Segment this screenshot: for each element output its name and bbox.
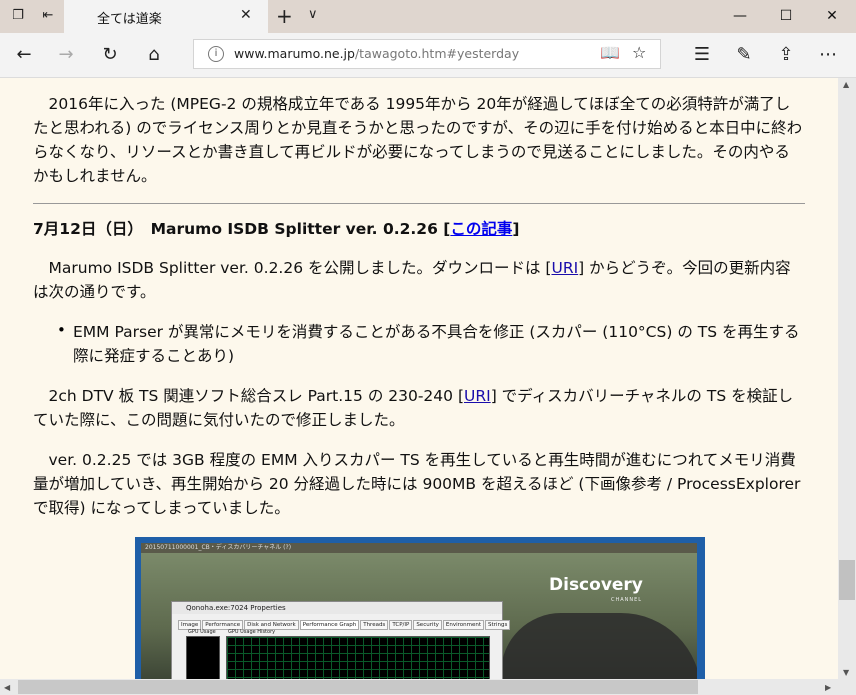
more-icon[interactable]: ⋯ (816, 43, 840, 67)
pe-tab: Performance Graph (299, 620, 360, 630)
gpu-usage-label: GPU Usage (188, 629, 216, 635)
bug-paragraph: 2ch DTV 板 TS 関連ソフト総合スレ Part.15 の 230-240… (33, 384, 805, 432)
tab-manager-icon[interactable]: ❐ (10, 8, 26, 24)
back-icon[interactable]: ← (12, 43, 36, 67)
discovery-logo-sub: CHANNEL (611, 597, 643, 603)
bullet-dot: • (57, 321, 66, 339)
close-tab-icon[interactable]: ✕ (240, 7, 252, 23)
navigation-bar: ← → ↻ ⌂ i www.marumo.ne.jp/tawagoto.htm#… (0, 33, 856, 78)
close-window-button[interactable]: ✕ (809, 0, 855, 33)
vertical-scroll-thumb[interactable] (839, 560, 855, 600)
memory-paragraph: ver. 0.2.25 では 3GB 程度の EMM 入りスカパー TS を再生… (33, 451, 801, 517)
reading-view-icon[interactable]: 📖 (600, 43, 620, 62)
info-icon[interactable]: i (208, 46, 224, 62)
gpu-usage-graph (226, 636, 490, 679)
article-link[interactable]: この記事 (450, 220, 512, 238)
home-icon[interactable]: ⌂ (142, 43, 166, 67)
bug-text-a: 2ch DTV 板 TS 関連ソフト総合スレ Part.15 の 230-240… (33, 387, 465, 405)
forward-icon[interactable]: → (54, 43, 78, 67)
gpu-history-label: GPU Usage History (228, 629, 276, 635)
release-paragraph: Marumo ISDB Splitter ver. 0.2.26 を公開しました… (33, 256, 805, 304)
scroll-left-icon[interactable]: ◀ (4, 683, 10, 692)
pe-tab: Threads (360, 620, 389, 630)
address-bar[interactable]: i www.marumo.ne.jp/tawagoto.htm#yesterda… (193, 39, 661, 69)
gpu-usage-meter (186, 636, 220, 679)
new-tab-icon[interactable]: + (276, 4, 293, 28)
scroll-right-icon[interactable]: ▶ (825, 683, 831, 692)
pe-tab: Security (413, 620, 442, 630)
share-icon[interactable]: ⇪ (774, 43, 798, 67)
url-text[interactable]: www.marumo.ne.jp/tawagoto.htm#yesterday (234, 46, 519, 61)
list-item: EMM Parser が異常にメモリを消費することがある不具合を修正 (スカパー… (73, 323, 800, 365)
thread-uri-link[interactable]: URI (464, 387, 491, 405)
video-scene: Discovery CHANNEL Qonoha.exe:7024 Proper… (141, 553, 697, 679)
divider (33, 203, 805, 204)
screenshot-frame: 20150711000001_CB・ディスカバリーチャネル (?) Discov… (141, 543, 697, 679)
scroll-up-icon[interactable]: ▲ (843, 80, 849, 89)
favorites-hub-icon[interactable]: ☰ (690, 43, 714, 67)
chevron-down-icon[interactable]: ∨ (308, 7, 318, 22)
favorite-star-icon[interactable]: ☆ (632, 43, 646, 62)
intro-paragraph: 2016年に入った (MPEG-2 の規格成立年である 1995年から 20年が… (33, 95, 803, 185)
pe-tab: Strings (485, 620, 511, 630)
page-content: 2016年に入った (MPEG-2 の規格成立年である 1995年から 20年が… (0, 78, 838, 679)
web-note-pen-icon[interactable]: ✎ (732, 43, 756, 67)
scroll-down-icon[interactable]: ▼ (843, 668, 849, 677)
car-image (501, 613, 697, 679)
horizontal-scroll-thumb[interactable] (18, 680, 698, 694)
entry-heading: 7月12日（日） Marumo ISDB Splitter ver. 0.2.2… (33, 217, 519, 239)
url-path: /tawagoto.htm#yesterday (354, 46, 520, 61)
tab-title: 全ては道楽 (97, 12, 162, 27)
maximize-button[interactable]: ☐ (763, 0, 809, 33)
pe-tab: TCP/IP (389, 620, 413, 630)
refresh-icon[interactable]: ↻ (98, 43, 122, 67)
heading-text: 7月12日（日） Marumo ISDB Splitter ver. 0.2.2… (33, 220, 451, 238)
active-tab[interactable]: 全ては道楽 ✕ (64, 0, 268, 33)
pe-tab: Environment (442, 620, 485, 630)
set-tabs-aside-icon[interactable]: ⇤ (40, 8, 56, 24)
discovery-logo: Discovery (549, 575, 643, 595)
minimize-button[interactable]: — (717, 0, 763, 33)
screenshot-window-title: 20150711000001_CB・ディスカバリーチャネル (?) (141, 543, 697, 553)
url-domain: www.marumo.ne.jp (234, 46, 355, 61)
download-uri-link[interactable]: URI (551, 259, 578, 277)
processexplorer-screenshot: 20150711000001_CB・ディスカバリーチャネル (?) Discov… (135, 537, 705, 679)
title-bar: ❐ ⇤ 全ては道楽 ✕ + ∨ — ☐ ✕ (0, 0, 856, 33)
release-text-a: Marumo ISDB Splitter ver. 0.2.26 を公開しました… (33, 259, 552, 277)
properties-title: Qonoha.exe:7024 Properties (172, 602, 502, 614)
heading-end: ] (512, 220, 520, 238)
process-properties-window: Qonoha.exe:7024 Properties Image Performa… (171, 601, 511, 679)
